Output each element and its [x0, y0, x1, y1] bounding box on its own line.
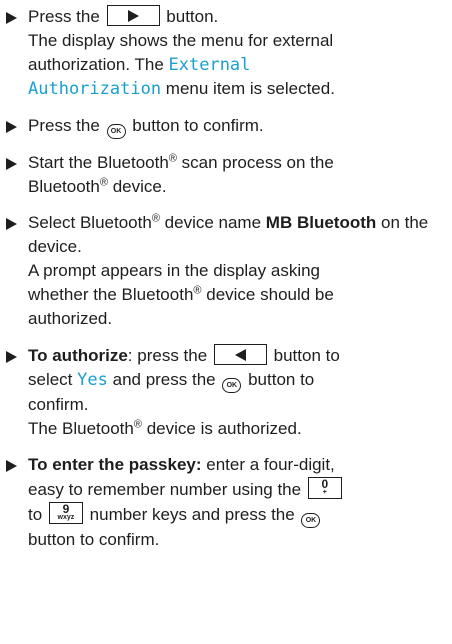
right-arrow-key-icon — [106, 5, 160, 26]
number-key-0-icon: 0 + — [307, 477, 342, 499]
option-yes: Yes — [77, 370, 108, 390]
bullet-arrow-icon — [6, 12, 17, 24]
menu-item-authorization: Authorization — [28, 79, 162, 99]
device-name: MB Bluetooth — [265, 213, 377, 232]
ok-button-icon: OK — [222, 378, 242, 393]
bullet-arrow-icon — [6, 218, 17, 230]
step-start-scan: Start the Bluetooth® scan process on the… — [6, 151, 444, 199]
left-arrow-key-icon — [213, 344, 267, 365]
ok-button-icon: OK — [301, 513, 321, 528]
bullet-arrow-icon — [6, 158, 17, 170]
instruction-page: Press the button. The display shows the … — [0, 5, 452, 644]
step-authorize: To authorize: press the button to select… — [6, 344, 444, 441]
step-press-right: Press the button. The display shows the … — [6, 5, 444, 101]
bullet-arrow-icon — [6, 351, 17, 363]
instruction-steps: Press the button. The display shows the … — [6, 5, 444, 552]
step-select-device: Select Bluetooth® device name MB Bluetoo… — [6, 211, 444, 331]
number-key-9-icon: 9 wxyz — [48, 502, 83, 524]
menu-item-external: External — [168, 55, 251, 75]
step-press-ok: Press the OK button to confirm. — [6, 114, 444, 139]
bullet-arrow-icon — [6, 121, 17, 133]
bullet-arrow-icon — [6, 460, 17, 472]
ok-button-icon: OK — [106, 124, 126, 139]
step-enter-passkey: To enter the passkey: enter a four-digit… — [6, 453, 444, 552]
